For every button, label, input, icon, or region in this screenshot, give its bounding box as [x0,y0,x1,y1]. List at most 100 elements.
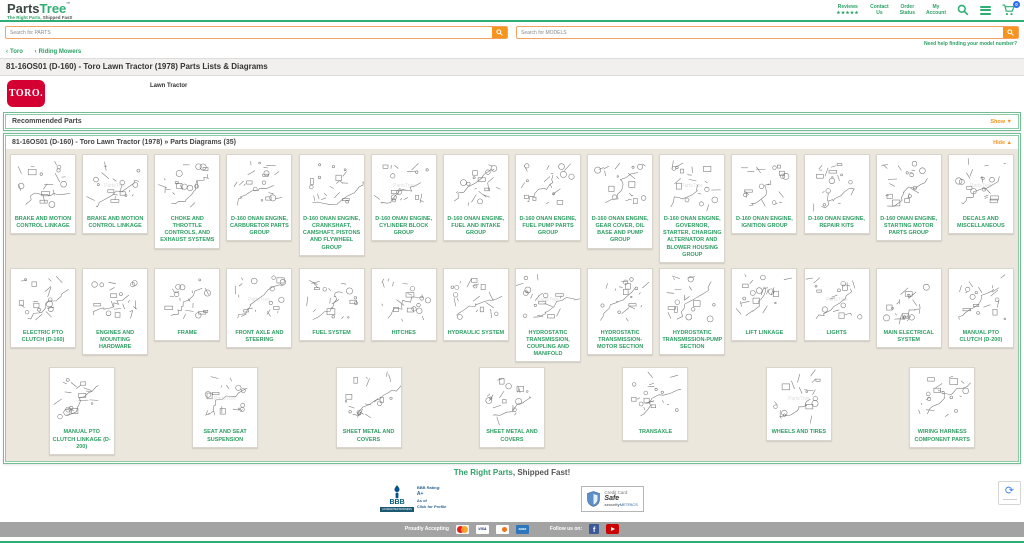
diagram-card[interactable]: PartsTree D-160 ONAN ENGINE, CYLINDER BLO… [370,154,437,242]
diagram-card[interactable]: D-160 ONAN ENGINE, CRANKSHAFT, CAMSHAFT,… [298,154,365,256]
brand-subtitle: Lawn Tractor [150,83,188,89]
nav-contact-us[interactable]: Contact Us [870,4,889,16]
diagram-thumbnail [631,372,682,417]
diagram-label: HITCHES [391,329,416,336]
diagram-card[interactable]: D-160 ONAN ENGINE, IGNITION GROUP [731,154,798,235]
diagram-card[interactable]: PartsTree WHEELS AND TIRES [765,367,832,441]
diagram-thumbnail: PartsTree [235,275,287,319]
facebook-icon[interactable]: f [589,524,600,535]
svg-text:PartsTree: PartsTree [249,297,271,303]
nav-my-account[interactable]: My Account [926,4,946,16]
logo-parts-text: Parts [7,1,40,16]
diagram-label: D-160 ONAN ENGINE, FUEL AND INTAKE GROUP [447,216,505,237]
diagram-thumbnail [308,163,364,205]
svg-text:PartsTree: PartsTree [537,297,559,303]
diagram-card[interactable]: PartsTree DECALS AND MISCELLANEOUS [947,154,1014,235]
brand-row: TORO. Lawn Tractor [0,76,1024,110]
nav-reviews[interactable]: Reviews ★★★★★ [836,4,859,15]
magnifier-icon [496,29,503,36]
diagram-card[interactable]: SHEET METAL AND COVERS [478,367,545,448]
model-number-help-link[interactable]: Need help finding your model number? [924,41,1017,47]
diagram-thumbnail: PartsTree [204,376,248,417]
diagram-card[interactable]: PartsTree LIGHTS [803,267,870,341]
diagram-card[interactable]: D-160 ONAN ENGINE, CARBURETOR PARTS GROU… [226,154,293,242]
diagram-label: D-160 ONAN ENGINE, STARTING MOTOR PARTS … [880,216,938,237]
diagram-card[interactable]: D-160 ONAN ENGINE, REPAIR KITS [803,154,870,235]
diagram-thumbnail [485,378,532,426]
models-search-input[interactable] [517,27,1003,38]
diagram-thumbnail: PartsTree [86,161,141,208]
diagram-card[interactable]: D-160 ONAN ENGINE, FUEL PUMP PARTS GROUP [514,154,581,242]
diagram-card[interactable]: D-160 ONAN ENGINE, STARTING MOTOR PARTS … [875,154,942,242]
diagram-card[interactable]: PartsTree FRONT AXLE AND STEERING [226,267,293,349]
diagram-thumbnail [17,160,71,208]
diagram-card[interactable]: MAIN ELECTRICAL SYSTEM [875,267,942,349]
parts-search-input[interactable] [6,27,492,38]
discover-icon[interactable] [495,524,509,534]
visa-icon[interactable]: VISA [475,524,489,534]
diagram-card[interactable]: HYDROSTATIC TRANSMISSION-MOTOR SECTION [587,267,654,356]
diagrams-hide-toggle[interactable]: Hide ▲ [993,140,1012,146]
diagram-label: ENGINES AND MOUNTING HARDWARE [96,329,135,351]
mastercard-icon[interactable] [455,524,469,534]
diagram-card[interactable]: TRANSAXLE [622,367,689,441]
parts-search-button[interactable] [492,27,507,38]
diagram-card[interactable]: PartsTree D-160 ONAN ENGINE, GOVERNOR, ST… [659,154,726,263]
youtube-icon[interactable] [606,524,620,535]
diagram-card[interactable]: D-160 ONAN ENGINE, FUEL AND INTAKE GROUP [442,154,509,242]
bbb-badge[interactable]: BBB ACCREDITED BUSINESS BBB Rating: A+ A… [380,485,446,513]
diagram-card[interactable]: ENGINES AND MOUNTING HARDWARE [82,267,149,356]
svg-text:PartsTree: PartsTree [826,297,848,303]
recommended-show-toggle[interactable]: Show ▼ [990,119,1012,125]
nav-order-status[interactable]: Order Status [900,4,915,16]
diagram-thumbnail [450,277,503,320]
diagram-label: SHEET METAL AND COVERS [486,429,538,443]
menu-icon[interactable] [980,4,991,16]
diagram-label: D-160 ONAN ENGINE, REPAIR KITS [808,216,865,230]
diagram-thumbnail [234,161,283,206]
diagram-label: FRAME [177,329,198,336]
diagram-thumbnail [594,162,647,204]
diagram-label: TRANSAXLE [638,429,673,436]
diagram-label: D-160 ONAN ENGINE, FUEL PUMP PARTS GROUP [519,216,577,237]
diagram-card[interactable]: WIRING HARNESS COMPONENT PARTS [909,367,976,448]
breadcrumb-riding-mowers[interactable]: ‹ Riding Mowers [35,49,82,55]
diagram-card[interactable]: HITCHES [370,267,437,341]
diagram-card[interactable]: MANUAL PTO CLUTCH (D-200) [947,267,1014,349]
cart-icon[interactable]: 0 [1002,1,1020,16]
diagram-card[interactable]: D-160 ONAN ENGINE, GEAR COVER, OIL BASE … [587,154,654,249]
diagram-card[interactable]: SHEET METAL AND COVERS [335,367,402,448]
diagram-card[interactable]: HYDROSTATIC TRANSMISSION-PUMP SECTION [659,267,726,356]
diagram-card[interactable]: ELECTRIC PTO CLUTCH (D-160) [10,267,76,349]
bbb-torch-icon [394,485,400,499]
site-header: PartsTree™ The Right Parts, Shipped Fast… [0,0,1024,22]
trust-badges-row: BBB ACCREDITED BUSINESS BBB Rating: A+ A… [0,481,1024,517]
diagram-card[interactable]: PartsTree SEAT AND SEAT SUSPENSION [192,367,259,448]
diagram-card[interactable]: CHOKE AND THROTTLE CONTROLS, AND EXHAUST… [154,154,221,249]
toro-logo[interactable]: TORO. [7,80,45,107]
diagram-card[interactable]: PartsTree HYDROSTATIC TRANSMISSION, COUPL… [514,267,581,363]
diagram-label: D-160 ONAN ENGINE, CRANKSHAFT, CAMSHAFT,… [302,216,361,251]
diagram-card[interactable]: BRAKE AND MOTION CONTROL LINKAGE [10,154,76,235]
diagram-card[interactable]: PartsTree BRAKE AND MOTION CONTROL LINKAG… [82,154,149,235]
diagram-card[interactable]: LIFT LINKAGE [731,267,798,341]
models-search-button[interactable] [1003,27,1018,38]
page-title: 81-16OS01 (D-160) - Toro Lawn Tractor (1… [0,58,1024,76]
diagram-card[interactable]: FRAME [154,267,221,341]
amex-icon[interactable]: AMEX [515,524,529,534]
diagram-card[interactable]: HYDRAULIC SYSTEM [442,267,509,341]
diagram-card[interactable]: FUEL SYSTEM [298,267,365,341]
diagram-card[interactable]: MANUAL PTO CLUTCH LINKAGE (D-200) [48,367,115,455]
credit-card-safe-badge[interactable]: Credit Card Safe securityMETRICS [581,485,644,513]
breadcrumb-toro[interactable]: ‹ Toro [6,49,23,55]
diagram-row-3: MANUAL PTO CLUTCH LINKAGE (D-200) PartsTr… [10,367,1014,455]
recaptcha-badge[interactable]: ⟳ [998,481,1021,505]
diagram-label: MANUAL PTO CLUTCH LINKAGE (D-200) [52,429,111,450]
help-row: Need help finding your model number? [0,39,1024,47]
partstree-logo[interactable]: PartsTree™ The Right Parts, Shipped Fast… [7,2,73,21]
search-icon[interactable] [957,4,969,16]
diagram-label: MAIN ELECTRICAL SYSTEM [883,329,934,343]
diagram-thumbnail: PartsTree [805,277,862,320]
logo-tagline: The Right Parts, Shipped Fast! [7,15,73,20]
diagram-thumbnail [164,278,212,319]
